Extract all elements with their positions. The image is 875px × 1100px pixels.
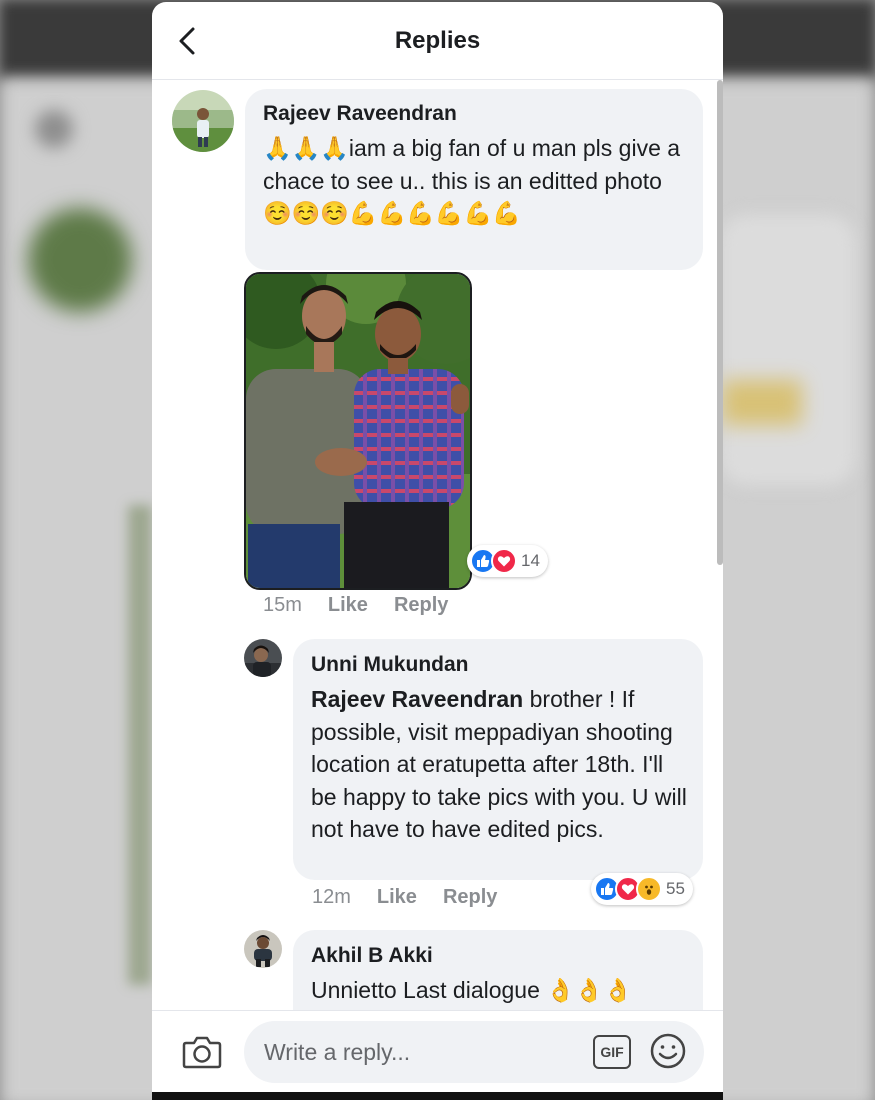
comment-text: 🙏🙏🙏iam a big fan of u man pls give a cha… — [263, 135, 681, 226]
like-button[interactable]: Like — [328, 594, 368, 617]
comment-timestamp: 15m — [263, 594, 302, 616]
comment-actions: 12m Like Reply — [312, 886, 497, 909]
avatar-unni[interactable] — [244, 639, 282, 677]
reply-composer: GIF — [152, 1010, 723, 1092]
avatar-akhil[interactable] — [244, 930, 282, 968]
reaction-count: 14 — [521, 551, 540, 570]
reaction-summary[interactable]: 55 — [591, 873, 693, 905]
device-bottom-edge — [152, 1092, 723, 1100]
comment-photo[interactable] — [244, 272, 472, 590]
comment-author[interactable]: Unni Mukundan — [311, 653, 687, 677]
emoji-button[interactable] — [649, 1032, 687, 1075]
smiley-icon — [650, 1033, 686, 1069]
camera-icon — [182, 1036, 222, 1069]
avatar-rajeev[interactable] — [172, 90, 234, 152]
comment-bubble[interactable]: Rajeev Raveendran 🙏🙏🙏iam a big fan of u … — [245, 89, 703, 270]
comment-text: Unnietto Last dialogue 👌👌👌 — [311, 977, 633, 1003]
comment-timestamp: 12m — [312, 886, 351, 908]
reply-input[interactable] — [244, 1021, 704, 1083]
camera-button[interactable] — [182, 1035, 222, 1074]
comment-actions: 15m Like Reply — [263, 594, 448, 617]
wow-icon — [636, 876, 662, 902]
mention-link[interactable]: Rajeev Raveendran — [311, 686, 523, 712]
reply-button[interactable]: Reply — [443, 886, 497, 909]
reply-button[interactable]: Reply — [394, 594, 448, 617]
comment-text: Rajeev Raveendran brother ! If possible,… — [311, 686, 687, 842]
scrollbar[interactable] — [717, 80, 723, 565]
replies-header: Replies — [152, 2, 723, 80]
reaction-summary[interactable]: 14 — [467, 545, 548, 577]
comment-author[interactable]: Akhil B Akki — [311, 944, 687, 968]
comment-bubble[interactable]: Unni Mukundan Rajeev Raveendran brother … — [293, 639, 703, 880]
comment-author[interactable]: Rajeev Raveendran — [263, 102, 687, 126]
like-button[interactable]: Like — [377, 886, 417, 909]
replies-sheet: Replies Rajeev Raveendran 🙏🙏🙏iam a big f… — [152, 2, 723, 1092]
heart-icon — [491, 548, 517, 574]
reaction-count: 55 — [666, 879, 685, 898]
gif-button[interactable]: GIF — [593, 1035, 631, 1069]
page-title: Replies — [394, 27, 481, 54]
